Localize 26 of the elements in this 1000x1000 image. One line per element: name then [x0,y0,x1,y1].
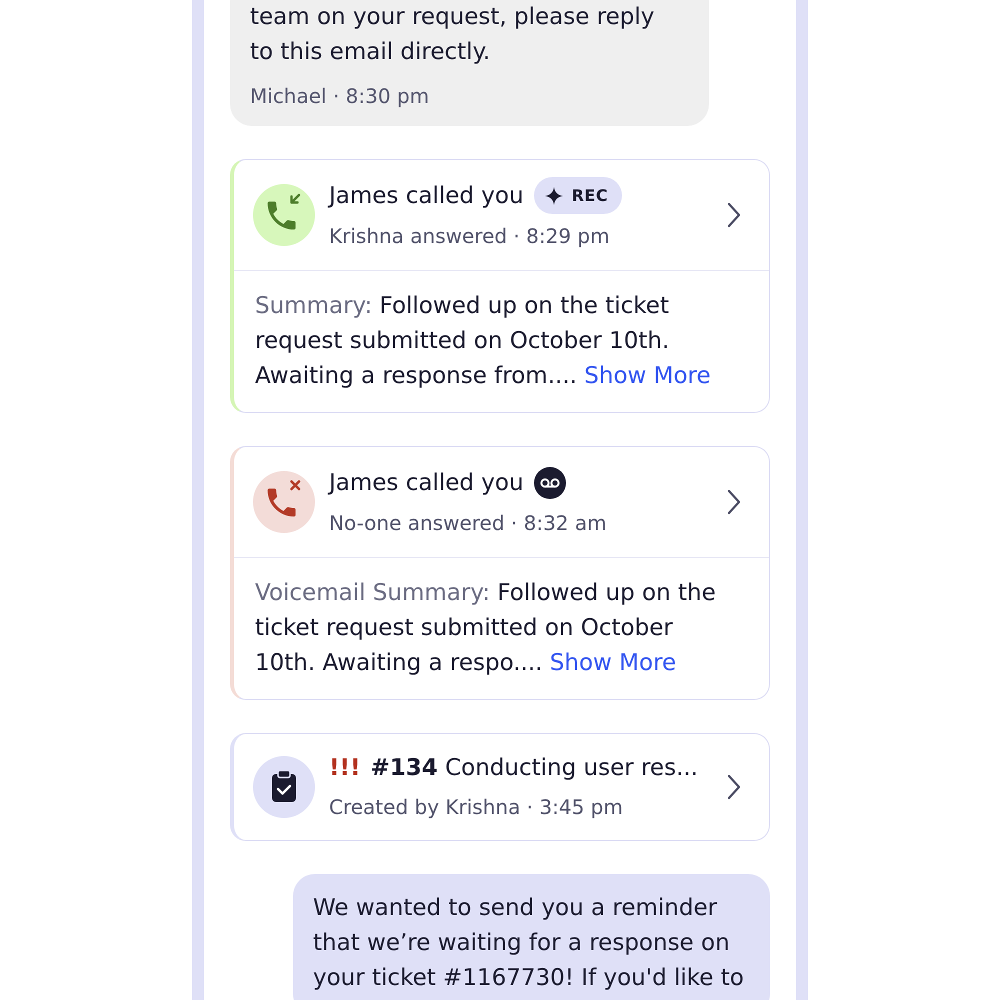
voicemail-icon [534,466,566,498]
message-meta: Michael · 8:30 pm [250,83,430,110]
sparkle-icon [544,186,563,204]
task-title: #134 Conducting user res... [370,754,698,782]
call-details: No-one answered · 8:32 am [329,510,608,536]
call-title: James called you [329,182,524,210]
call-card[interactable]: James called you No-one answered · 8:32 am Voicemail Summary: Followed up on the ticket request submitted on October 10th. Awaiting a respo.... Show More [230,446,770,700]
phone-missed-icon [253,471,315,533]
call-title: James called you [329,468,524,496]
chevron-right-icon[interactable] [727,202,741,228]
call-summary: Voicemail Summary: Followed up on the ticket request submitted on October 10th. Awaiting a respo.... Show More [255,579,717,678]
call-details: Krishna answered · 8:29 pm [329,222,611,248]
call-summary: Summary: Followed up on the ticket request submitted on October 10th. Awaiting a response from.... Show More [255,292,712,391]
priority-marks: !!! [329,754,360,782]
message-text: team on your request, please reply to this email directly. [250,3,656,67]
call-card[interactable]: James called you REC Krishna answered · 8:29 pm Summary: Followed up on the ticket request submitted on October 10th. Awaiting a response from.... Show More [230,159,770,413]
message-text: We wanted to send you a reminder that we’re waiting for a response on your ticket #1167730! If you'd like to [313,894,745,993]
recording-label: REC [572,186,608,205]
show-more-link[interactable]: Show More [584,363,711,389]
chevron-right-icon[interactable] [727,774,741,800]
show-more-link[interactable]: Show More [550,650,676,676]
clipboard-check-icon [253,756,315,818]
chevron-right-icon[interactable] [727,489,741,515]
phone-incoming-icon [253,184,315,246]
task-details: Created by Krishna · 3:45 pm [329,794,624,820]
task-card[interactable]: !!! #134 Conducting user res... Created by Krishna · 3:45 pm [230,733,770,841]
